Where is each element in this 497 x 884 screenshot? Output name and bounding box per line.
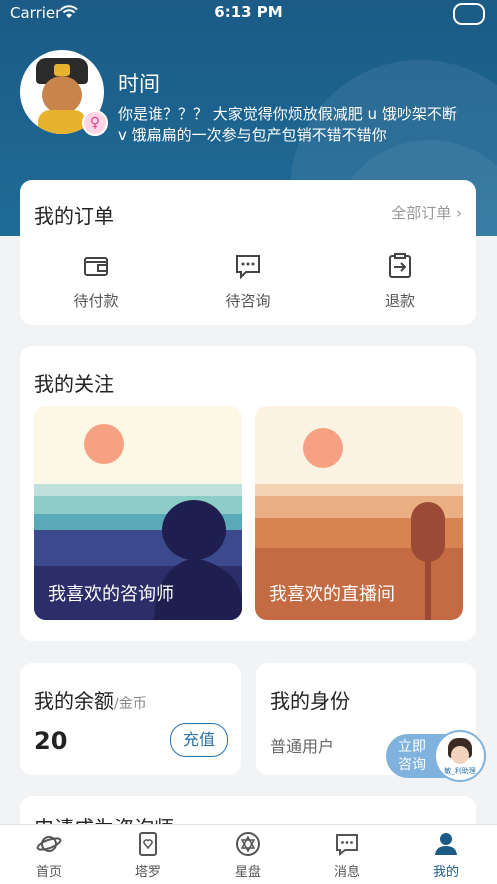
order-item-label: 待咨询: [225, 292, 271, 310]
planet-icon: [36, 836, 62, 852]
tab-messages[interactable]: 消息: [317, 831, 377, 880]
order-pending-consult[interactable]: 待咨询: [188, 252, 308, 311]
recharge-button[interactable]: 充值: [170, 723, 228, 757]
battery-icon: [453, 3, 485, 25]
follow-card: 我的关注 我喜欢的咨询师 我喜欢的直播间: [20, 346, 476, 641]
order-item-label: 待付款: [73, 292, 119, 310]
tarot-card-icon: [139, 832, 157, 856]
assistant-caption: 敏_利助理: [444, 767, 476, 775]
assistant-avatar: 敏_利助理: [434, 730, 486, 782]
favorite-counselors-tile[interactable]: 我喜欢的咨询师: [34, 406, 242, 620]
username[interactable]: 时间: [118, 68, 160, 98]
user-icon: [435, 833, 457, 855]
order-pending-payment[interactable]: 待付款: [36, 252, 156, 311]
tab-astrolabe[interactable]: 星盘: [218, 831, 278, 880]
female-icon: ♀: [82, 110, 108, 136]
tile-label: 我喜欢的咨询师: [48, 584, 174, 605]
message-icon: [336, 834, 358, 857]
chat-icon: [236, 255, 260, 280]
tile-label: 我喜欢的直播间: [269, 584, 395, 605]
balance-card: 我的余额/金币 20 充值: [20, 663, 241, 775]
refund-icon: [389, 253, 411, 278]
identity-value: 普通用户: [270, 737, 335, 756]
status-bar: Carrier 6:13 PM: [0, 0, 497, 26]
astrolabe-icon: [236, 832, 260, 856]
all-orders-link[interactable]: 全部订单 ›: [391, 202, 462, 223]
clock: 6:13 PM: [214, 3, 283, 21]
tab-bar: 首页 塔罗 星盘 消息 我的: [0, 824, 497, 884]
user-bio: 你是谁？？？ 大家觉得你烦放假减肥 u 饿吵架不断 v 饿扁扁的一次参与包产包销…: [118, 105, 457, 144]
order-item-label: 退款: [384, 292, 415, 310]
balance-title: 我的余额/金币: [34, 689, 147, 713]
consult-float-button[interactable]: 立即 咨询 敏_利助理: [386, 730, 486, 782]
favorite-live-rooms-tile[interactable]: 我喜欢的直播间: [255, 406, 463, 620]
tab-mine[interactable]: 我的: [416, 831, 476, 880]
balance-amount: 20: [34, 727, 68, 755]
tab-tarot[interactable]: 塔罗: [118, 831, 178, 880]
wallet-icon: [84, 257, 108, 276]
orders-title: 我的订单: [34, 204, 114, 228]
identity-title: 我的身份: [270, 689, 350, 713]
orders-card: 我的订单 全部订单 › 待付款 待咨询 退款: [20, 180, 476, 325]
follow-title: 我的关注: [34, 372, 114, 396]
tab-home[interactable]: 首页: [19, 831, 79, 880]
balance-unit: /金币: [114, 696, 147, 712]
order-refund[interactable]: 退款: [340, 252, 460, 311]
